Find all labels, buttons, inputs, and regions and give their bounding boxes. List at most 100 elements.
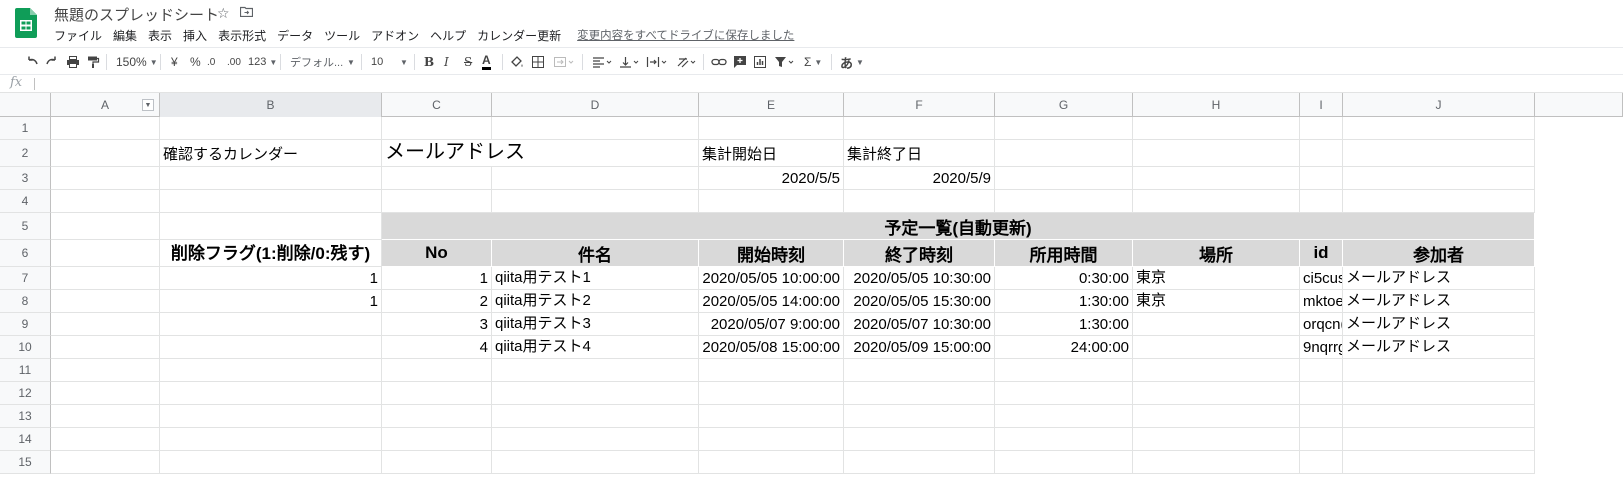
- column-header-c[interactable]: C: [382, 93, 492, 117]
- cell[interactable]: [492, 428, 699, 451]
- cell-subject[interactable]: qiita用テスト3: [492, 313, 699, 336]
- cell-no[interactable]: 3: [382, 313, 492, 336]
- row-header-3[interactable]: 3: [0, 167, 51, 190]
- cell[interactable]: [1343, 428, 1535, 451]
- borders-icon[interactable]: [531, 52, 545, 72]
- cell[interactable]: [51, 140, 160, 167]
- cell[interactable]: [51, 240, 160, 267]
- sheets-logo-icon[interactable]: [15, 8, 37, 38]
- save-status-link[interactable]: 変更内容をすべてドライブに保存しました: [577, 27, 794, 44]
- cell[interactable]: [160, 359, 382, 382]
- cell[interactable]: [1133, 382, 1300, 405]
- cell-duration[interactable]: 1:30:00: [995, 290, 1133, 313]
- cell-header-2[interactable]: 開始時刻: [699, 240, 844, 267]
- column-header-e[interactable]: E: [699, 93, 844, 117]
- move-folder-icon[interactable]: [240, 6, 253, 17]
- cell[interactable]: [382, 167, 492, 190]
- cell[interactable]: [1300, 190, 1343, 213]
- cell[interactable]: [844, 359, 995, 382]
- row-header-15[interactable]: 15: [0, 451, 51, 474]
- cell[interactable]: [844, 428, 995, 451]
- cell-delete-flag[interactable]: [160, 336, 382, 359]
- cell-place[interactable]: 東京: [1133, 290, 1300, 313]
- cell-id[interactable]: ci5cus: [1300, 267, 1343, 290]
- cell-start-time[interactable]: 2020/05/05 10:00:00: [699, 267, 844, 290]
- currency-format-button[interactable]: ¥: [171, 52, 178, 72]
- column-header-i[interactable]: I: [1300, 93, 1343, 117]
- cell[interactable]: [699, 190, 844, 213]
- cell[interactable]: [160, 117, 382, 140]
- cell[interactable]: [160, 190, 382, 213]
- cell-id[interactable]: mktoe: [1300, 290, 1343, 313]
- filter-icon[interactable]: [774, 52, 796, 72]
- cell[interactable]: [160, 405, 382, 428]
- cell-delete-flag-header[interactable]: 削除フラグ(1:削除/0:残す): [160, 240, 382, 267]
- cell[interactable]: [160, 382, 382, 405]
- percent-format-button[interactable]: %: [190, 52, 201, 72]
- formula-input[interactable]: [40, 75, 1610, 92]
- cell[interactable]: [492, 382, 699, 405]
- cell[interactable]: [1343, 359, 1535, 382]
- font-family-select[interactable]: デフォル... ▼: [290, 52, 355, 72]
- cell[interactable]: [160, 167, 382, 190]
- increase-decimal-button[interactable]: .00: [227, 52, 241, 72]
- cell-end-time[interactable]: 2020/05/07 10:30:00: [844, 313, 995, 336]
- cell[interactable]: [160, 428, 382, 451]
- insert-link-icon[interactable]: [711, 52, 727, 72]
- cell[interactable]: [995, 117, 1133, 140]
- font-size-select[interactable]: 10 ▼: [371, 52, 408, 72]
- cell[interactable]: [1300, 382, 1343, 405]
- cell-attendee[interactable]: メールアドレス: [1343, 313, 1535, 336]
- cell-delete-flag[interactable]: 1: [160, 290, 382, 313]
- column-header-h[interactable]: H: [1133, 93, 1300, 117]
- menu-file[interactable]: ファイル: [54, 27, 102, 44]
- cell[interactable]: [382, 359, 492, 382]
- cell[interactable]: [1133, 428, 1300, 451]
- cell[interactable]: [1300, 428, 1343, 451]
- cell-header-6[interactable]: id: [1300, 240, 1343, 267]
- row-header-1[interactable]: 1: [0, 117, 51, 140]
- cell[interactable]: [1133, 405, 1300, 428]
- cell[interactable]: [51, 267, 160, 290]
- cell[interactable]: [995, 451, 1133, 474]
- text-rotation-icon[interactable]: [676, 52, 698, 72]
- cell-id[interactable]: 9nqrrg: [1300, 336, 1343, 359]
- cell[interactable]: [995, 140, 1133, 167]
- cell-subject[interactable]: qiita用テスト2: [492, 290, 699, 313]
- cell-start-time[interactable]: 2020/05/05 14:00:00: [699, 290, 844, 313]
- redo-icon[interactable]: [45, 52, 59, 72]
- cell-start-date-label[interactable]: 集計開始日: [699, 140, 844, 167]
- cell[interactable]: [382, 405, 492, 428]
- cell[interactable]: [51, 405, 160, 428]
- cell[interactable]: [1300, 167, 1343, 190]
- cell-end-time[interactable]: 2020/05/09 15:00:00: [844, 336, 995, 359]
- cell-header-7[interactable]: 参加者: [1343, 240, 1535, 267]
- cell-calendar-label[interactable]: 確認するカレンダー: [160, 140, 382, 167]
- cell[interactable]: [492, 117, 699, 140]
- menu-insert[interactable]: 挿入: [183, 27, 207, 44]
- cell-no[interactable]: 4: [382, 336, 492, 359]
- vertical-align-icon[interactable]: [619, 52, 641, 72]
- cell[interactable]: [160, 213, 382, 240]
- paint-format-icon[interactable]: [86, 52, 100, 72]
- cell[interactable]: [1300, 451, 1343, 474]
- menu-view[interactable]: 表示: [148, 27, 172, 44]
- cell[interactable]: [1133, 117, 1300, 140]
- cell[interactable]: [844, 190, 995, 213]
- zoom-select[interactable]: 150% ▼: [116, 52, 158, 72]
- insert-comment-icon[interactable]: [733, 52, 747, 72]
- cell-attendee[interactable]: メールアドレス: [1343, 267, 1535, 290]
- row-header-10[interactable]: 10: [0, 336, 51, 359]
- menu-addons[interactable]: アドオン: [371, 27, 419, 44]
- cell[interactable]: [382, 382, 492, 405]
- row-header-12[interactable]: 12: [0, 382, 51, 405]
- cell[interactable]: [699, 405, 844, 428]
- menu-data[interactable]: データ: [277, 27, 313, 44]
- cell-header-5[interactable]: 場所: [1133, 240, 1300, 267]
- cell-subject[interactable]: qiita用テスト4: [492, 336, 699, 359]
- cell[interactable]: [1300, 140, 1343, 167]
- cell-id[interactable]: orqcn(: [1300, 313, 1343, 336]
- cell[interactable]: [492, 451, 699, 474]
- cell[interactable]: [1133, 167, 1300, 190]
- cell-attendee[interactable]: メールアドレス: [1343, 336, 1535, 359]
